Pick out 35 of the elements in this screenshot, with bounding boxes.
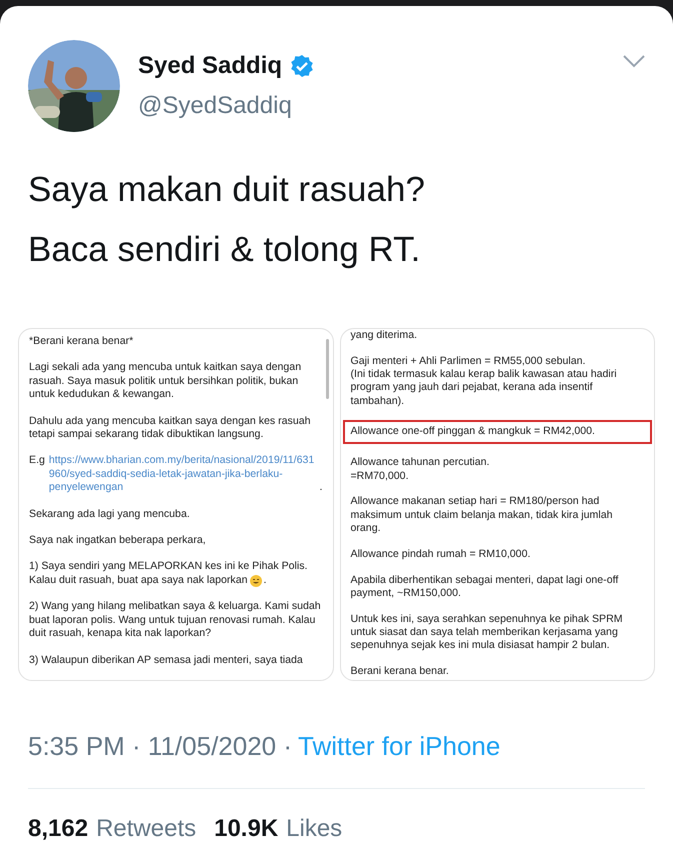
paragraph: Dahulu ada yang mencuba kaitkan saya dengan kes rasuah tetapi sampai sekarang tidak dibuktikan langsung.	[29, 414, 312, 442]
paragraph: 2) Wang yang hilang melibatkan saya & keluarga. Kami sudah buat laporan polis. Wang untuk tujuan renovasi rumah. Kalau duit rasuah, kenapa kita nak laporkan?	[29, 600, 322, 640]
source-link[interactable]: Twitter for iPhone	[298, 727, 500, 766]
text-line: 1) Saya sendiri yang MELAPORKAN kes ini ke Pihak Polis.	[29, 560, 308, 574]
tweet-text: Baca sendiri & tolong RT.	[28, 229, 422, 271]
paragraph: Allowance makanan setiap hari = RM180/person had maksimum untuk claim belanja makan, tidak kira jumlah orang.	[350, 495, 614, 536]
stat-label[interactable]: Likes	[286, 811, 342, 847]
stat-label[interactable]: Retweets	[96, 811, 196, 847]
stat-count: 8,162	[28, 814, 88, 844]
text-line: .	[264, 574, 266, 588]
stat-count: 10.9K	[214, 814, 278, 844]
author-name: Syed Saddiq	[138, 51, 282, 81]
paragraph: Saya nak ingatkan beberapa perkara,	[29, 534, 207, 548]
paragraph: .	[320, 481, 322, 495]
paragraph: 3) Walaupun diberikan AP semasa jadi menteri, saya tiada	[29, 654, 304, 667]
paragraph: Lagi sekali ada yang mencuba untuk kaitkan saya dengan rasuah. Saya masuk politik untuk bersihkan politik, bukan untuk kedudukan & kewangan.	[29, 361, 302, 402]
paragraph: Apabila diberhentikan sebagai menteri, dapat lagi one-off payment, ~RM150,000.	[350, 574, 620, 600]
text-line: Kalau duit rasuah, buat apa saya nak laporkan	[29, 574, 248, 588]
paragraph: Allowance one-off pinggan & mangkuk = RM42,000.	[342, 420, 652, 444]
paragraph: yang diterima.	[350, 329, 418, 342]
timestamp: 5:35 PM · 11/05/2020 ·	[28, 730, 292, 763]
paragraph: Allowance tahunan percutian. =RM70,000.	[350, 456, 490, 483]
author-handle: @SyedSaddiq	[138, 91, 293, 121]
paragraph: Gaji menteri + Ahli Parlimen = RM55,000 sebulan. (Ini tidak termasuk kalau kerap balik kawasan atau hadiri program yang jauh dari pejabat, kerana ada insentif tambahan).	[350, 354, 618, 408]
smiley-icon	[250, 574, 262, 587]
paragraph: Sekarang ada lagi yang mencuba.	[29, 508, 191, 522]
scrollbar	[326, 339, 328, 399]
paragraph: E.g	[29, 454, 45, 468]
paragraph: Berani kerana benar.	[350, 665, 450, 678]
paragraph: Untuk kes ini, saya serahkan sepenuhnya ke pihak SPRM untuk siasat dan saya telah memberikan kerjasama yang sepenuhnya sejak kes ini mula disiasat hampir 2 bulan.	[350, 612, 624, 653]
link[interactable]: https://www.bharian.com.my/berita/nasional/2019/11/631960/syed-saddiq-sedia-letak-jawatan-jika-berlaku-penyelewengan	[48, 454, 317, 495]
paragraph: Allowance pindah rumah = RM10,000.	[350, 548, 532, 562]
chevron-down-icon[interactable]	[623, 54, 645, 68]
tweet-text: Saya makan duit rasuah?	[28, 169, 426, 211]
paragraph: *Berani kerana benar*	[29, 335, 134, 348]
